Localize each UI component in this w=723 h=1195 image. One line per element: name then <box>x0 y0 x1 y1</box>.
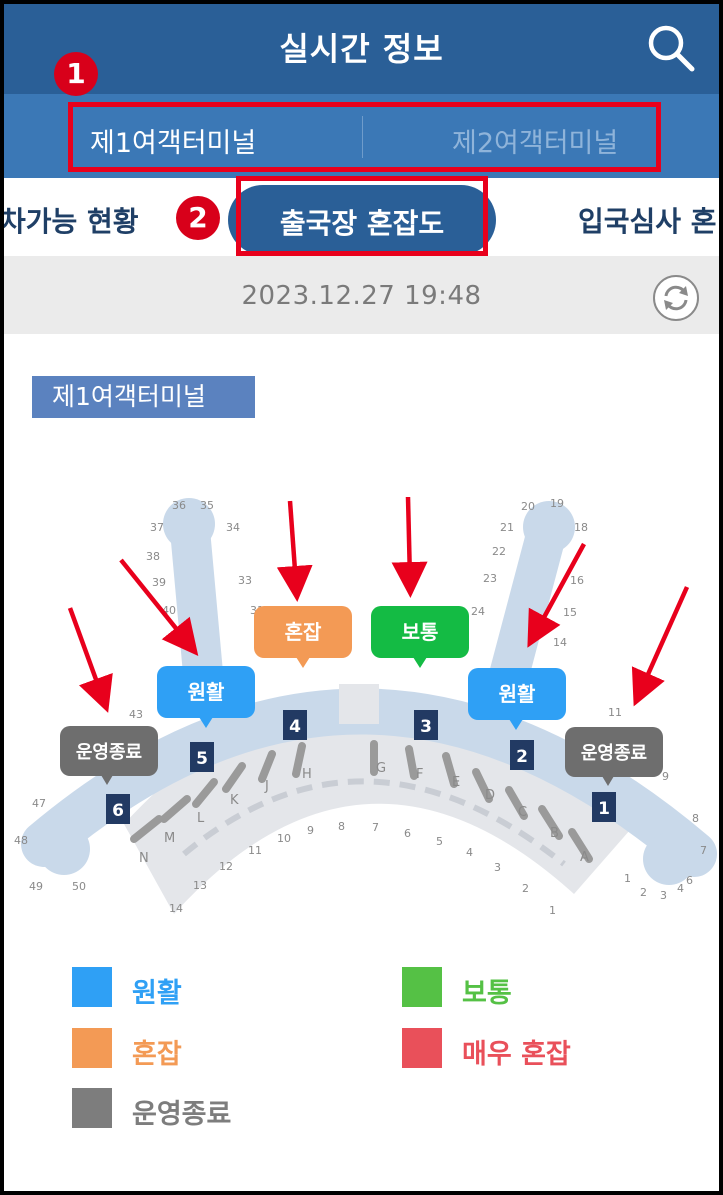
gate-5-number: 5 <box>196 749 208 769</box>
gate-4-status-label: 혼잡 <box>285 620 322 644</box>
concourse-gate-8: 8 <box>692 812 699 825</box>
concourse-gate-14: 14 <box>553 636 567 649</box>
gate-2-number: 2 <box>516 747 528 767</box>
concourse-gate-48: 48 <box>14 834 28 847</box>
concourse-gate-20: 20 <box>521 500 535 513</box>
concourse-gate-15: 15 <box>563 606 577 619</box>
concourse-gate-33: 33 <box>238 574 252 587</box>
legend-label-closed: 운영종료 <box>132 1099 232 1130</box>
concourse-gate-39: 39 <box>152 576 166 589</box>
gate-1-number: 1 <box>598 799 610 819</box>
counter-g: G <box>376 761 386 776</box>
app-screen: 실시간 정보 제1여객터미널 제2여객터미널 차가능 현황 출국장 혼잡도 입국… <box>4 4 719 1191</box>
concourse-gate-7: 7 <box>700 844 707 857</box>
concourse-gate-36: 36 <box>172 499 186 512</box>
counter-m: M <box>164 831 175 846</box>
legend-swatch-closed <box>72 1088 112 1128</box>
inner-gate-12: 12 <box>219 860 233 873</box>
inner-gate-4: 4 <box>466 846 473 859</box>
counter-b: B <box>550 826 559 841</box>
counter-j: J <box>264 779 269 794</box>
inner-gate-9: 9 <box>307 824 314 837</box>
concourse-gate-1: 1 <box>624 872 631 885</box>
counter-a: A <box>580 850 589 865</box>
concourse-gate-9: 9 <box>662 770 669 783</box>
legend-label-very-congested: 매우 혼잡 <box>462 1039 571 1070</box>
concourse-gate-22: 22 <box>492 545 506 558</box>
gate-3-status-label: 보통 <box>402 620 439 644</box>
counter-n: N <box>139 851 149 866</box>
concourse-gate-16: 16 <box>570 574 584 587</box>
concourse-gate-11: 11 <box>608 706 622 719</box>
concourse-gate-3: 3 <box>660 889 667 902</box>
inner-gate-11: 11 <box>248 844 262 857</box>
concourse-gate-24: 24 <box>471 605 485 618</box>
inner-gate-10: 10 <box>277 832 291 845</box>
counter-c: C <box>518 805 527 820</box>
arrow-gate-4 <box>276 500 313 602</box>
inner-gate-8: 8 <box>338 820 345 833</box>
inner-gate-7: 7 <box>372 821 379 834</box>
gate-5-status-label: 원활 <box>188 680 225 704</box>
concourse-gate-35: 35 <box>200 499 214 512</box>
concourse-gate-6: 6 <box>686 874 693 887</box>
concourse-gate-4: 4 <box>677 882 684 895</box>
counter-h: H <box>302 767 312 782</box>
legend-label-normal: 보통 <box>462 978 512 1009</box>
concourse-gate-38: 38 <box>146 550 160 563</box>
counter-l: L <box>197 811 205 826</box>
concourse-gate-23: 23 <box>483 572 497 585</box>
concourse-gate-19: 19 <box>550 497 564 510</box>
inner-gate-2: 2 <box>522 882 529 895</box>
gate-4-status[interactable]: 혼잡 <box>254 606 352 668</box>
inner-gate-3: 3 <box>494 861 501 874</box>
legend-label-smooth: 원활 <box>132 978 182 1009</box>
gate-4-number: 4 <box>289 717 301 737</box>
legend-swatch-congested <box>72 1028 112 1068</box>
inner-gate-14: 14 <box>169 902 183 915</box>
concourse-gate-49: 49 <box>29 880 43 893</box>
concourse-gate-47: 47 <box>32 797 46 810</box>
gate-6-status-label: 운영종료 <box>76 742 142 763</box>
arrow-gate-1 <box>631 586 690 707</box>
counter-f: F <box>416 767 423 782</box>
counter-e: E <box>452 775 460 790</box>
arrow-gate-3 <box>391 496 428 598</box>
gate-3-number: 3 <box>420 717 432 737</box>
legend-swatch-very-congested <box>402 1028 442 1068</box>
departure-map: N M L K J H G F E D C B A 1 2 3 4 5 6 7 … <box>14 496 717 917</box>
concourse-gate-43: 43 <box>129 708 143 721</box>
counter-k: K <box>230 793 239 808</box>
concourse-gate-37: 37 <box>150 521 164 534</box>
legend-swatch-smooth <box>72 967 112 1007</box>
concourse-gate-18: 18 <box>574 521 588 534</box>
concourse-gate-50: 50 <box>72 880 86 893</box>
inner-gate-13: 13 <box>193 879 207 892</box>
gate-3-status[interactable]: 보통 <box>371 606 469 668</box>
legend-label-congested: 혼잡 <box>132 1039 182 1070</box>
gate-2-status-label: 원활 <box>499 682 536 706</box>
inner-gate-1: 1 <box>549 904 556 917</box>
concourse-gate-34: 34 <box>226 521 240 534</box>
concourse-gate-2: 2 <box>640 886 647 899</box>
inner-gate-5: 5 <box>436 835 443 848</box>
gate-1-status-label: 운영종료 <box>581 743 647 764</box>
counter-d: D <box>485 788 495 803</box>
concourse-gate-21: 21 <box>500 521 514 534</box>
inner-gate-6: 6 <box>404 827 411 840</box>
arrow-gate-6 <box>67 607 113 713</box>
gate-6-number: 6 <box>112 801 124 821</box>
legend-swatch-normal <box>402 967 442 1007</box>
